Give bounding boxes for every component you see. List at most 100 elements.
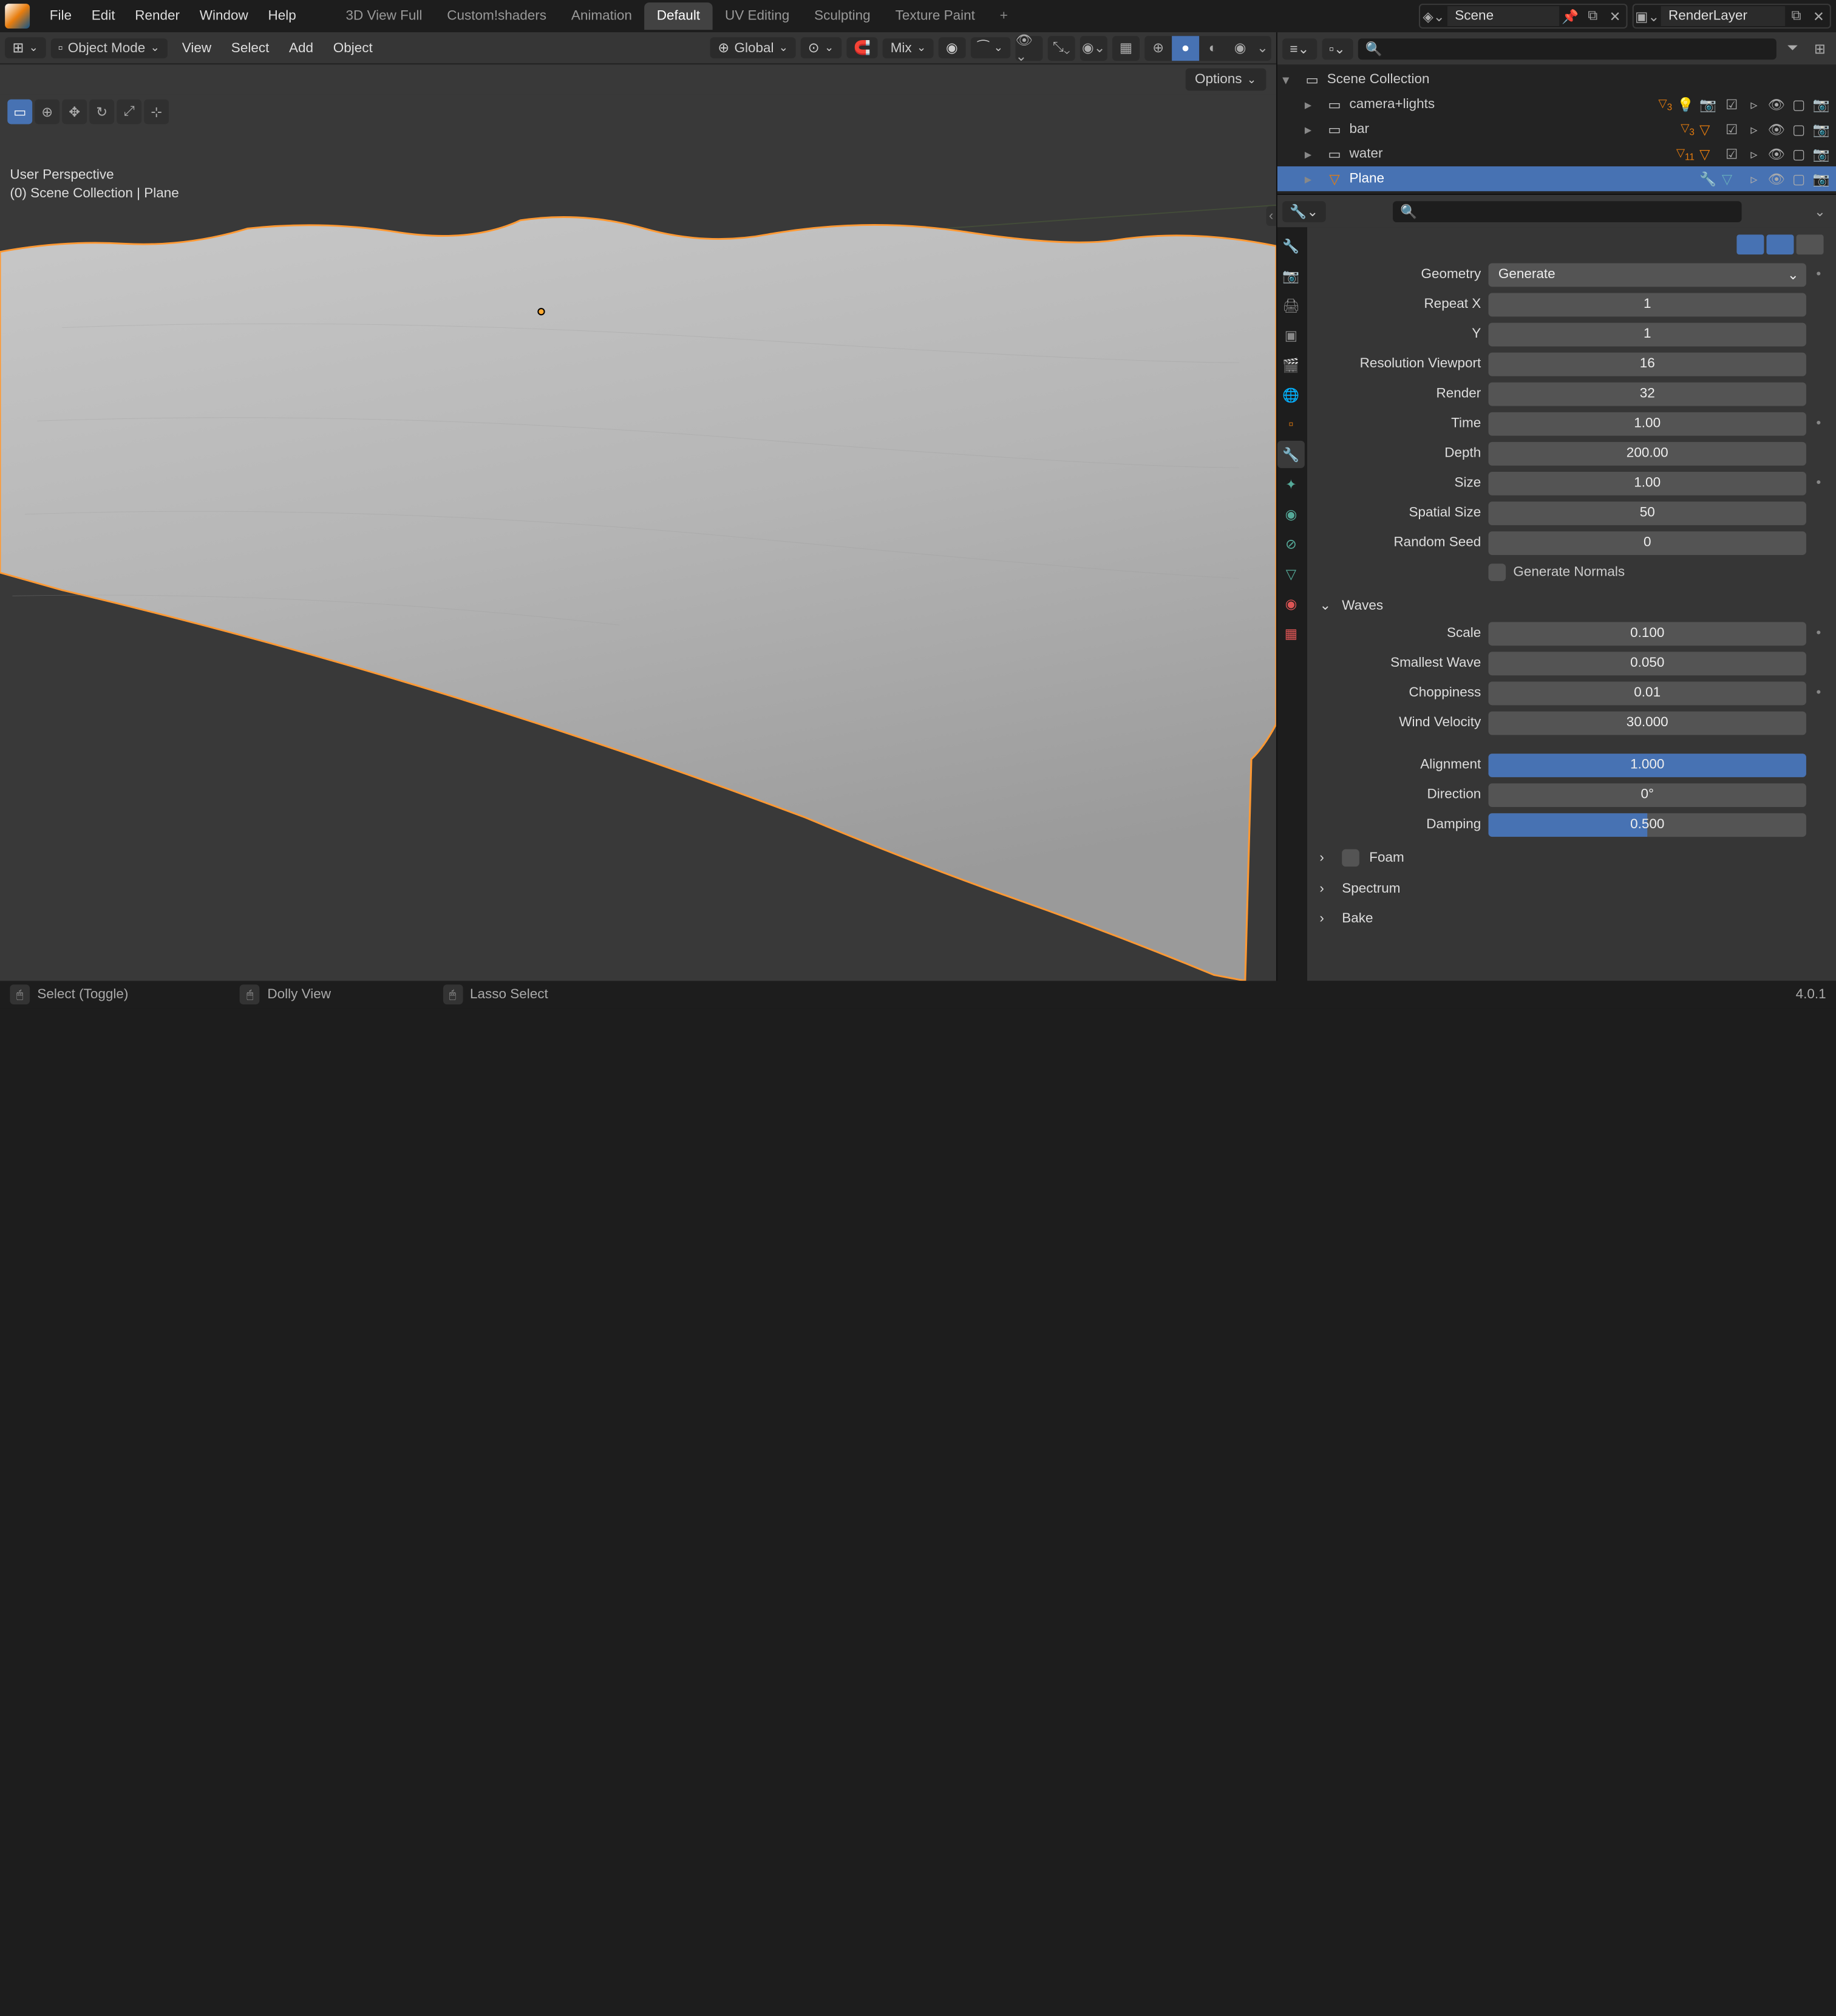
selectable-icon[interactable]: ▹	[1744, 96, 1764, 112]
outliner-filter-button[interactable]: ⏷	[1781, 37, 1804, 60]
prop-value-field[interactable]: 0.01	[1489, 681, 1806, 704]
prop-value-field[interactable]: 30.000	[1489, 711, 1806, 735]
eye-icon[interactable]: 👁	[1767, 96, 1787, 112]
outliner-new-collection-button[interactable]: ⊞	[1809, 37, 1831, 60]
prop-value-field[interactable]: 0.050	[1489, 651, 1806, 675]
overlay-toggle[interactable]: ◉⌄	[1080, 35, 1107, 60]
editor-type-dropdown[interactable]: ⊞⌄	[5, 37, 46, 58]
prop-value-field[interactable]: 0	[1489, 531, 1806, 554]
viewlayer-tab[interactable]: ▣	[1277, 322, 1305, 349]
blender-logo-icon[interactable]	[5, 4, 30, 29]
properties-search-input[interactable]	[1417, 203, 1734, 219]
snap-toggle[interactable]: 🧲	[846, 37, 879, 58]
xray-toggle[interactable]: ▦	[1112, 35, 1140, 60]
collapse-arrow-icon[interactable]: ▸	[1305, 146, 1320, 162]
viewlayer-selector[interactable]: ▣⌄ ⧉ ✕	[1633, 4, 1831, 29]
layer-name-input[interactable]	[1661, 6, 1785, 26]
material-tab[interactable]: ◉	[1277, 590, 1305, 617]
screen-icon[interactable]: ▢	[1789, 96, 1809, 112]
workspace-tab[interactable]: Custom!shaders	[435, 2, 559, 30]
screen-icon[interactable]: ▢	[1789, 171, 1809, 187]
prop-value-field[interactable]: 1.00	[1489, 412, 1806, 435]
gizmo-toggle[interactable]: ⤡⌄	[1048, 35, 1075, 60]
scene-name-input[interactable]	[1447, 6, 1559, 26]
foam-panel-header[interactable]: ›Foam	[1319, 842, 1823, 874]
outliner-editor-dropdown[interactable]: ≡⌄	[1282, 38, 1317, 59]
modifier-editmode-toggle[interactable]	[1797, 234, 1824, 254]
prop-value-field[interactable]: 200.00	[1489, 441, 1806, 465]
physics-tab[interactable]: ◉	[1277, 500, 1305, 528]
outliner-item[interactable]: ▸▭camera+lights▽3💡📷☑▹👁▢📷	[1277, 92, 1836, 117]
camera-icon[interactable]: 📷	[1811, 121, 1831, 137]
prop-value-field[interactable]: 32	[1489, 382, 1806, 406]
rendered-shading[interactable]: ◉	[1226, 35, 1254, 60]
add-workspace-button[interactable]: +	[990, 4, 1018, 29]
damping-slider[interactable]: 0.500	[1489, 812, 1806, 836]
eye-icon[interactable]: 👁	[1767, 171, 1787, 187]
decorator-icon[interactable]: •	[1814, 625, 1823, 641]
menu-render[interactable]: Render	[125, 4, 189, 29]
geometry-dropdown[interactable]: Generate	[1489, 262, 1806, 286]
checkbox-icon[interactable]: ☑	[1722, 96, 1742, 112]
world-tab[interactable]: 🌐	[1277, 381, 1305, 409]
outliner-item[interactable]: ▸▭water▽11▽☑▹👁▢📷	[1277, 141, 1836, 166]
proportional-falloff-dropdown[interactable]: ⁀⌄	[970, 37, 1010, 58]
viewport-menu-select[interactable]: Select	[221, 35, 279, 60]
collapse-arrow-icon[interactable]: ▸	[1305, 171, 1320, 187]
selectable-icon[interactable]: ▹	[1744, 121, 1764, 137]
camera-icon[interactable]: 📷	[1811, 146, 1831, 162]
delete-scene-icon[interactable]: ✕	[1604, 5, 1627, 27]
modifier-tab[interactable]: 🔧	[1277, 441, 1305, 468]
generate-normals-checkbox[interactable]	[1489, 564, 1506, 581]
tool-tab[interactable]: 🔧	[1277, 232, 1305, 259]
foam-checkbox[interactable]	[1342, 850, 1359, 867]
alignment-slider[interactable]: 1.000	[1489, 753, 1806, 777]
workspace-tab[interactable]: Texture Paint	[883, 2, 987, 30]
material-shading[interactable]: ◐	[1199, 35, 1226, 60]
outliner-item[interactable]: ▸▭bar▽3▽☑▹👁▢📷	[1277, 117, 1836, 141]
eye-icon[interactable]: 👁	[1767, 146, 1787, 162]
checkbox-icon[interactable]: ☑	[1722, 146, 1742, 162]
orientation-dropdown[interactable]: ⊕Global⌄	[710, 37, 795, 58]
prop-value-field[interactable]: 1.00	[1489, 471, 1806, 495]
workspace-tab[interactable]: Default	[644, 2, 712, 30]
constraints-tab[interactable]: ⊘	[1277, 530, 1305, 557]
camera-icon[interactable]: 📷	[1811, 96, 1831, 112]
workspace-tab[interactable]: 3D View Full	[333, 2, 435, 30]
object-tab[interactable]: ▫	[1277, 411, 1305, 438]
particles-tab[interactable]: ✦	[1277, 471, 1305, 498]
modifier-render-toggle[interactable]	[1767, 234, 1794, 254]
delete-layer-icon[interactable]: ✕	[1807, 5, 1830, 27]
eye-icon[interactable]: 👁	[1767, 121, 1787, 137]
outliner-scene-collection[interactable]: ▾ ▭ Scene Collection	[1277, 67, 1836, 92]
properties-editor-dropdown[interactable]: 🔧⌄	[1282, 200, 1325, 222]
waves-panel-header[interactable]: ⌄ Waves	[1319, 590, 1823, 621]
scene-selector[interactable]: ◈⌄ 📌 ⧉ ✕	[1419, 4, 1627, 29]
prop-value-field[interactable]: 16	[1489, 352, 1806, 376]
workspace-tab[interactable]: UV Editing	[713, 2, 802, 30]
prop-value-field[interactable]: 1	[1489, 322, 1806, 346]
shading-dropdown[interactable]: ⌄	[1254, 35, 1271, 60]
screen-icon[interactable]: ▢	[1789, 121, 1809, 137]
selectable-icon[interactable]: ▹	[1744, 171, 1764, 187]
output-tab[interactable]: 🖨	[1277, 291, 1305, 319]
visibility-dropdown[interactable]: 👁⌄	[1016, 35, 1043, 60]
outliner-search[interactable]: 🔍	[1358, 38, 1776, 59]
workspace-tab[interactable]: Animation	[559, 2, 644, 30]
solid-shading[interactable]: ●	[1172, 35, 1199, 60]
viewport-3d[interactable]: ▭ ⊕ ✥ ↻ ⤢ ⊹ User Perspective (0) Scene C…	[0, 94, 1276, 981]
texture-tab[interactable]: ▦	[1277, 619, 1305, 647]
snap-mode-dropdown[interactable]: Mix⌄	[883, 38, 933, 58]
prop-value-field[interactable]: 0.100	[1489, 621, 1806, 645]
copy-layer-icon[interactable]: ⧉	[1785, 5, 1807, 27]
collapse-arrow-icon[interactable]: ▸	[1305, 121, 1320, 137]
menu-window[interactable]: Window	[189, 4, 258, 29]
menu-edit[interactable]: Edit	[81, 4, 124, 29]
screen-icon[interactable]: ▢	[1789, 146, 1809, 162]
wireframe-shading[interactable]: ⊕	[1144, 35, 1172, 60]
menu-help[interactable]: Help	[258, 4, 306, 29]
bake-panel-header[interactable]: ›Bake	[1319, 904, 1823, 933]
mode-select[interactable]: ▫ Object Mode ⌄	[50, 38, 167, 58]
checkbox-icon[interactable]: ☑	[1722, 121, 1742, 137]
pin-icon[interactable]: 📌	[1559, 5, 1582, 27]
